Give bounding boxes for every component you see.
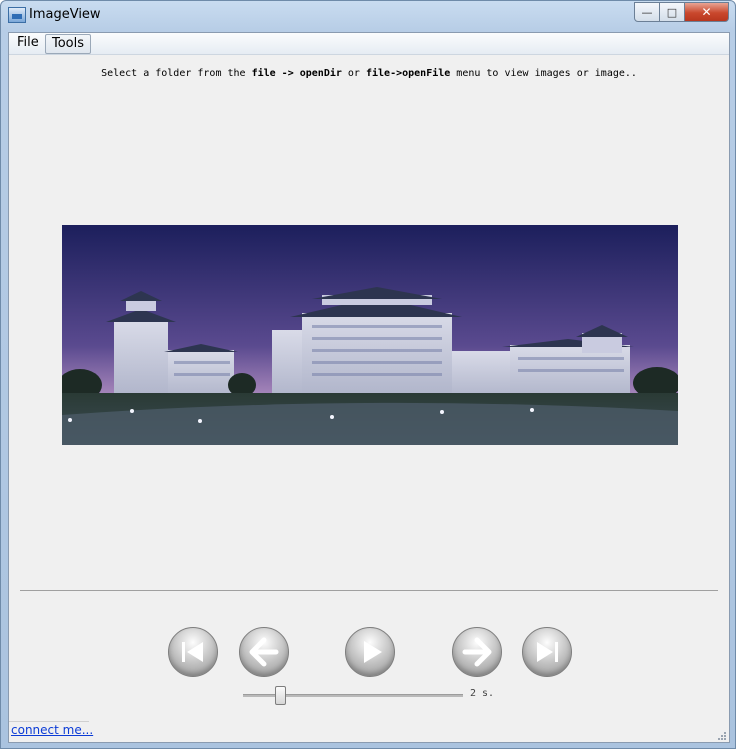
window-title: ImageView <box>29 7 101 22</box>
interval-label: 2 s. <box>470 688 495 699</box>
play-icon <box>364 641 382 663</box>
last-button[interactable] <box>522 627 572 677</box>
first-button[interactable] <box>168 627 218 677</box>
menu-file[interactable]: File <box>11 34 45 52</box>
maximize-button[interactable]: □ <box>660 2 685 22</box>
menu-bar: File Tools <box>9 33 729 55</box>
separator <box>20 590 718 591</box>
next-icon <box>462 637 492 667</box>
next-button[interactable] <box>452 627 502 677</box>
menu-tools[interactable]: Tools <box>45 34 92 54</box>
previous-button[interactable] <box>239 627 289 677</box>
last-icon <box>537 642 558 662</box>
minimize-icon: — <box>641 5 653 19</box>
instruction-text: Select a folder from the file -> openDir… <box>101 68 637 79</box>
maximize-icon: □ <box>666 5 678 19</box>
building-panorama-image <box>62 225 678 445</box>
title-bar[interactable]: ImageView — □ ✕ <box>1 1 735 29</box>
status-divider <box>9 721 89 722</box>
resize-grip-icon[interactable] <box>715 729 727 741</box>
minimize-button[interactable]: — <box>634 2 660 22</box>
close-icon: ✕ <box>701 5 712 19</box>
client-area: File Tools Select a folder from the file… <box>8 32 730 743</box>
interval-slider-handle[interactable] <box>275 686 286 705</box>
close-button[interactable]: ✕ <box>685 2 729 22</box>
previous-icon <box>249 637 279 667</box>
window-controls: — □ ✕ <box>634 2 729 22</box>
connect-link[interactable]: connect me... <box>11 723 93 737</box>
first-icon <box>182 642 203 662</box>
main-window: ImageView — □ ✕ File Tools Select a fold… <box>0 0 736 749</box>
app-icon <box>8 7 26 23</box>
image-display <box>62 225 678 445</box>
play-button[interactable] <box>345 627 395 677</box>
